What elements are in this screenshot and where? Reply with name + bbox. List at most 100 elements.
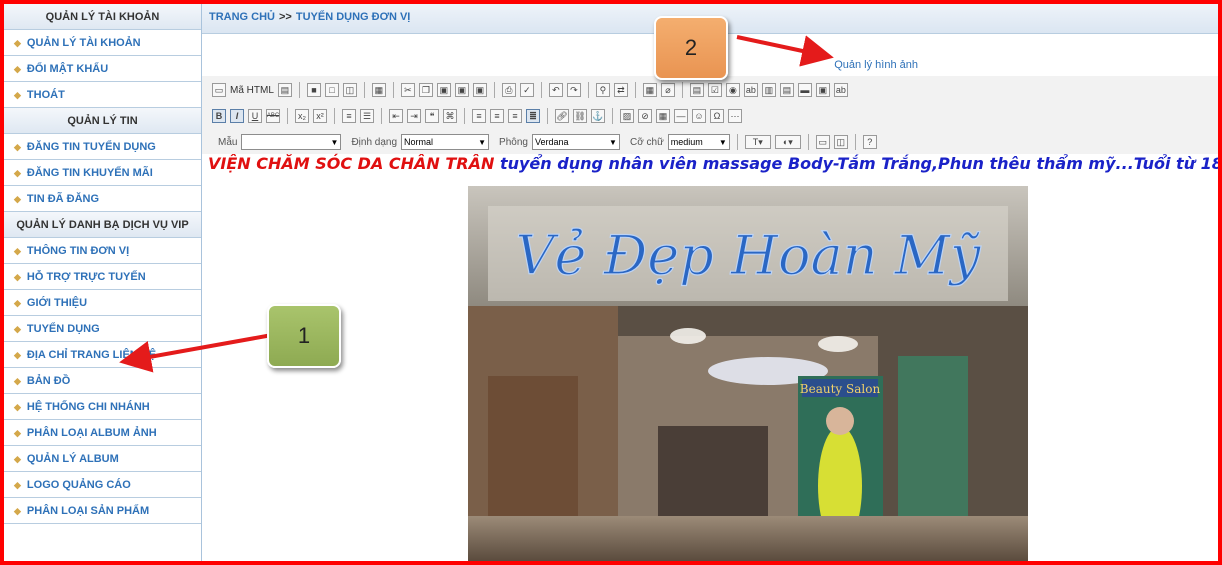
sidebar-item-account-management[interactable]: ◆ QUẢN LÝ TÀI KHOẢN [4, 30, 201, 56]
show-blocks-icon[interactable]: ◫ [833, 135, 848, 149]
image-button-icon[interactable]: ▣ [815, 83, 830, 97]
copy-icon[interactable]: ❐ [418, 83, 433, 97]
sidebar-item-online-support[interactable]: ◆ HỖ TRỢ TRỰC TUYẾN [4, 264, 201, 290]
redo-icon[interactable]: ↷ [566, 83, 581, 97]
undo-icon[interactable]: ↶ [548, 83, 563, 97]
size-select[interactable]: medium ▼ [667, 134, 730, 150]
sidebar-item-contact-address[interactable]: ◆ ĐỊA CHỈ TRANG LIÊN HỆ [4, 342, 201, 368]
page-break-icon[interactable]: ⋯ [728, 109, 742, 123]
title-red-part: VIỆN CHĂM SÓC DA CHÂN TRÂN [208, 154, 495, 173]
sidebar-item-album-management[interactable]: ◆ QUẢN LÝ ALBUM [4, 446, 201, 472]
toolbar-separator [854, 134, 856, 150]
sidebar-item-map[interactable]: ◆ BẢN ĐỒ [4, 368, 201, 394]
smiley-icon[interactable]: ☺ [692, 109, 706, 123]
bold-button[interactable]: B [212, 109, 226, 123]
sidebar-item-post-promotion[interactable]: ◆ ĐĂNG TIN KHUYẾN MÃI [4, 160, 201, 186]
button-field-icon[interactable]: ▬ [797, 83, 812, 97]
paste-word-icon[interactable]: ▣ [472, 83, 487, 97]
breadcrumb-current[interactable]: TUYỂN DỤNG ĐƠN VỊ [296, 11, 411, 23]
sidebar-item-unit-info[interactable]: ◆ THÔNG TIN ĐƠN VỊ [4, 238, 201, 264]
replace-icon[interactable]: ⇄ [613, 83, 628, 97]
horizontal-rule-icon[interactable]: ― [674, 109, 688, 123]
help-icon[interactable]: ? [862, 135, 877, 149]
font-select[interactable]: Verdana ▼ [531, 134, 620, 150]
bullet-icon: ◆ [14, 90, 21, 100]
strikethrough-button[interactable]: ABC [266, 109, 280, 123]
select-all-icon[interactable]: ▦ [642, 83, 657, 97]
align-right-icon[interactable]: ≡ [508, 109, 522, 123]
toolbar-separator [287, 108, 288, 124]
remove-format-icon[interactable]: ⌀ [660, 83, 675, 97]
spellcheck-icon[interactable]: ✓ [519, 83, 534, 97]
select-field-icon[interactable]: ▤ [779, 83, 794, 97]
align-center-icon[interactable]: ≡ [490, 109, 504, 123]
sidebar-item-recruitment[interactable]: ◆ TUYỂN DỤNG [4, 316, 201, 342]
chevron-down-icon: ▼ [330, 137, 339, 147]
subscript-icon[interactable]: x₂ [295, 109, 309, 123]
anchor-icon[interactable]: ⚓ [591, 109, 605, 123]
div-icon[interactable]: ⌘ [443, 109, 457, 123]
image-manager-link[interactable]: Quản lý hình ảnh [834, 59, 918, 71]
toolbar-row-2: B I U ABC x₂ x² ≡ ☰ ⇤ ⇥ ❝ ⌘ ≡ ≡ ≡ ≣ 🔗︎ ⛓… [202, 104, 1218, 128]
flash-icon[interactable]: ⊘ [638, 109, 652, 123]
textfield-icon[interactable]: ab [743, 83, 758, 97]
align-justify-icon[interactable]: ≣ [526, 109, 540, 123]
bullet-icon: ◆ [14, 506, 21, 516]
sidebar-item-ad-logo[interactable]: ◆ LOGO QUẢNG CÁO [4, 472, 201, 498]
source-button[interactable]: Mã HTML [230, 85, 274, 96]
callout-2: 2 [654, 16, 728, 80]
sidebar-item-branch-system[interactable]: ◆ HỆ THỐNG CHI NHÁNH [4, 394, 201, 420]
new-page-icon[interactable]: □ [324, 83, 339, 97]
blockquote-icon[interactable]: ❝ [425, 109, 439, 123]
sidebar-item-album-category[interactable]: ◆ PHÂN LOẠI ALBUM ẢNH [4, 420, 201, 446]
bullet-icon: ◆ [14, 454, 21, 464]
link-icon[interactable]: 🔗︎ [555, 109, 569, 123]
sidebar-item-posted-news[interactable]: ◆ TIN ĐÃ ĐĂNG [4, 186, 201, 212]
maximize-icon[interactable]: ▭ [815, 135, 830, 149]
cut-icon[interactable]: ✂ [400, 83, 415, 97]
radio-icon[interactable]: ◉ [725, 83, 740, 97]
outdent-icon[interactable]: ⇤ [389, 109, 403, 123]
hidden-field-icon[interactable]: ab [833, 83, 848, 97]
preview-icon[interactable]: ▤ [277, 83, 292, 97]
title-blue-part: tuyển dụng nhân viên massage Body-Tắm Tr… [494, 154, 1222, 173]
underline-button[interactable]: U [248, 109, 262, 123]
format-label: Định dạng [351, 136, 398, 148]
align-left-icon[interactable]: ≡ [472, 109, 486, 123]
bullet-list-icon[interactable]: ☰ [360, 109, 374, 123]
size-label: Cỡ chữ [629, 136, 664, 148]
sidebar-item-logout[interactable]: ◆ THOÁT [4, 82, 201, 108]
print-preview-icon[interactable]: ◫ [342, 83, 357, 97]
find-icon[interactable]: ⚲ [595, 83, 610, 97]
sidebar-item-product-category[interactable]: ◆ PHÂN LOẠI SẢN PHẨM [4, 498, 201, 524]
text-color-icon[interactable]: T▾ [744, 135, 771, 149]
bg-color-icon[interactable]: ◐▾ [774, 135, 801, 149]
sidebar-item-introduction[interactable]: ◆ GIỚI THIỆU [4, 290, 201, 316]
indent-icon[interactable]: ⇥ [407, 109, 421, 123]
sidebar-item-post-recruitment[interactable]: ◆ ĐĂNG TIN TUYỂN DỤNG [4, 134, 201, 160]
sidebar-header-account: QUẢN LÝ TÀI KHOẢN [4, 4, 201, 30]
image-icon[interactable]: ▨ [620, 109, 634, 123]
style-label: Mẫu [218, 136, 238, 148]
sidebar-item-change-password[interactable]: ◆ ĐỔI MẬT KHẨU [4, 56, 201, 82]
style-select[interactable]: ▼ [241, 134, 342, 150]
textarea-icon[interactable]: ▥ [761, 83, 776, 97]
format-select[interactable]: Normal ▼ [401, 134, 490, 150]
templates-icon[interactable]: ▦ [371, 83, 386, 97]
paste-text-icon[interactable]: ▣ [454, 83, 469, 97]
checkbox-icon[interactable]: ☑ [707, 83, 722, 97]
print-icon[interactable]: ⎙ [501, 83, 516, 97]
unlink-icon[interactable]: ⛓ [573, 109, 587, 123]
toolbar-separator [363, 82, 365, 98]
special-char-icon[interactable]: Ω [710, 109, 724, 123]
italic-button[interactable]: I [230, 109, 244, 123]
numbered-list-icon[interactable]: ≡ [342, 109, 356, 123]
breadcrumb-home[interactable]: TRANG CHỦ [209, 11, 275, 23]
save-icon[interactable]: ■ [306, 83, 321, 97]
source-icon[interactable]: ▭ [212, 83, 226, 97]
form-icon[interactable]: ▤ [689, 83, 704, 97]
superscript-icon[interactable]: x² [313, 109, 327, 123]
sidebar: QUẢN LÝ TÀI KHOẢN ◆ QUẢN LÝ TÀI KHOẢN ◆ ĐỔ… [4, 4, 202, 561]
table-icon[interactable]: ▦ [656, 109, 670, 123]
paste-icon[interactable]: ▣ [436, 83, 451, 97]
